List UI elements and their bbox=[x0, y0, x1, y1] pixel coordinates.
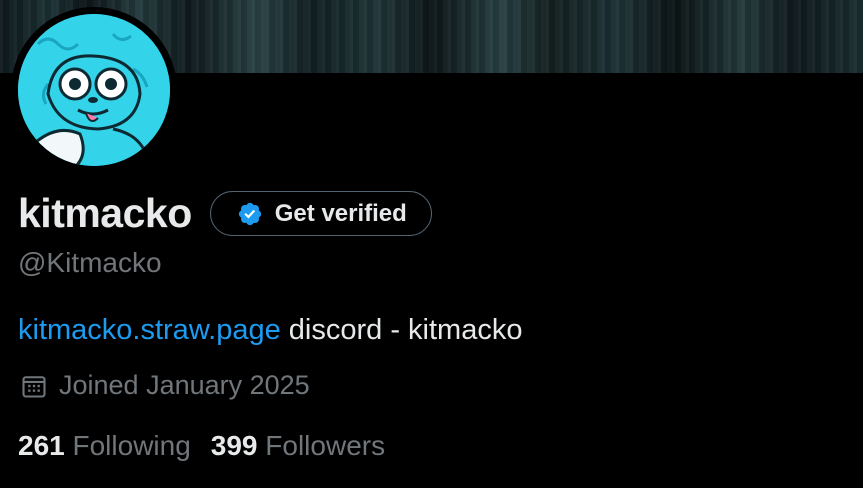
calendar-icon bbox=[22, 375, 46, 398]
display-name: kitmacko bbox=[18, 190, 192, 236]
following-count: 261 bbox=[18, 430, 65, 461]
follow-stats: 261 Following 399 Followers bbox=[18, 430, 405, 462]
avatar-image bbox=[18, 14, 170, 166]
following-link[interactable]: 261 Following bbox=[18, 430, 191, 462]
profile-bio: kitmacko.straw.page discord - kitmacko bbox=[18, 314, 522, 347]
followers-label: Followers bbox=[265, 430, 386, 461]
user-handle: @Kitmacko bbox=[18, 247, 162, 278]
name-row: kitmacko Get verified bbox=[18, 190, 432, 237]
avatar-cartoon-icon bbox=[18, 14, 170, 166]
verified-badge-icon bbox=[238, 202, 261, 225]
bio-text: discord - kitmacko bbox=[280, 314, 523, 346]
followers-count: 399 bbox=[210, 430, 258, 461]
following-label: Following bbox=[72, 430, 191, 461]
followers-link[interactable]: 399 Followers bbox=[211, 430, 385, 462]
joined-date: Joined January 2025 bbox=[20, 370, 310, 401]
joined-text: Joined January 2025 bbox=[59, 370, 310, 400]
get-verified-button[interactable]: Get verified bbox=[209, 191, 432, 236]
profile-avatar[interactable] bbox=[11, 7, 177, 173]
get-verified-label: Get verified bbox=[274, 199, 407, 227]
bio-link[interactable]: kitmacko.straw.page bbox=[18, 314, 281, 346]
